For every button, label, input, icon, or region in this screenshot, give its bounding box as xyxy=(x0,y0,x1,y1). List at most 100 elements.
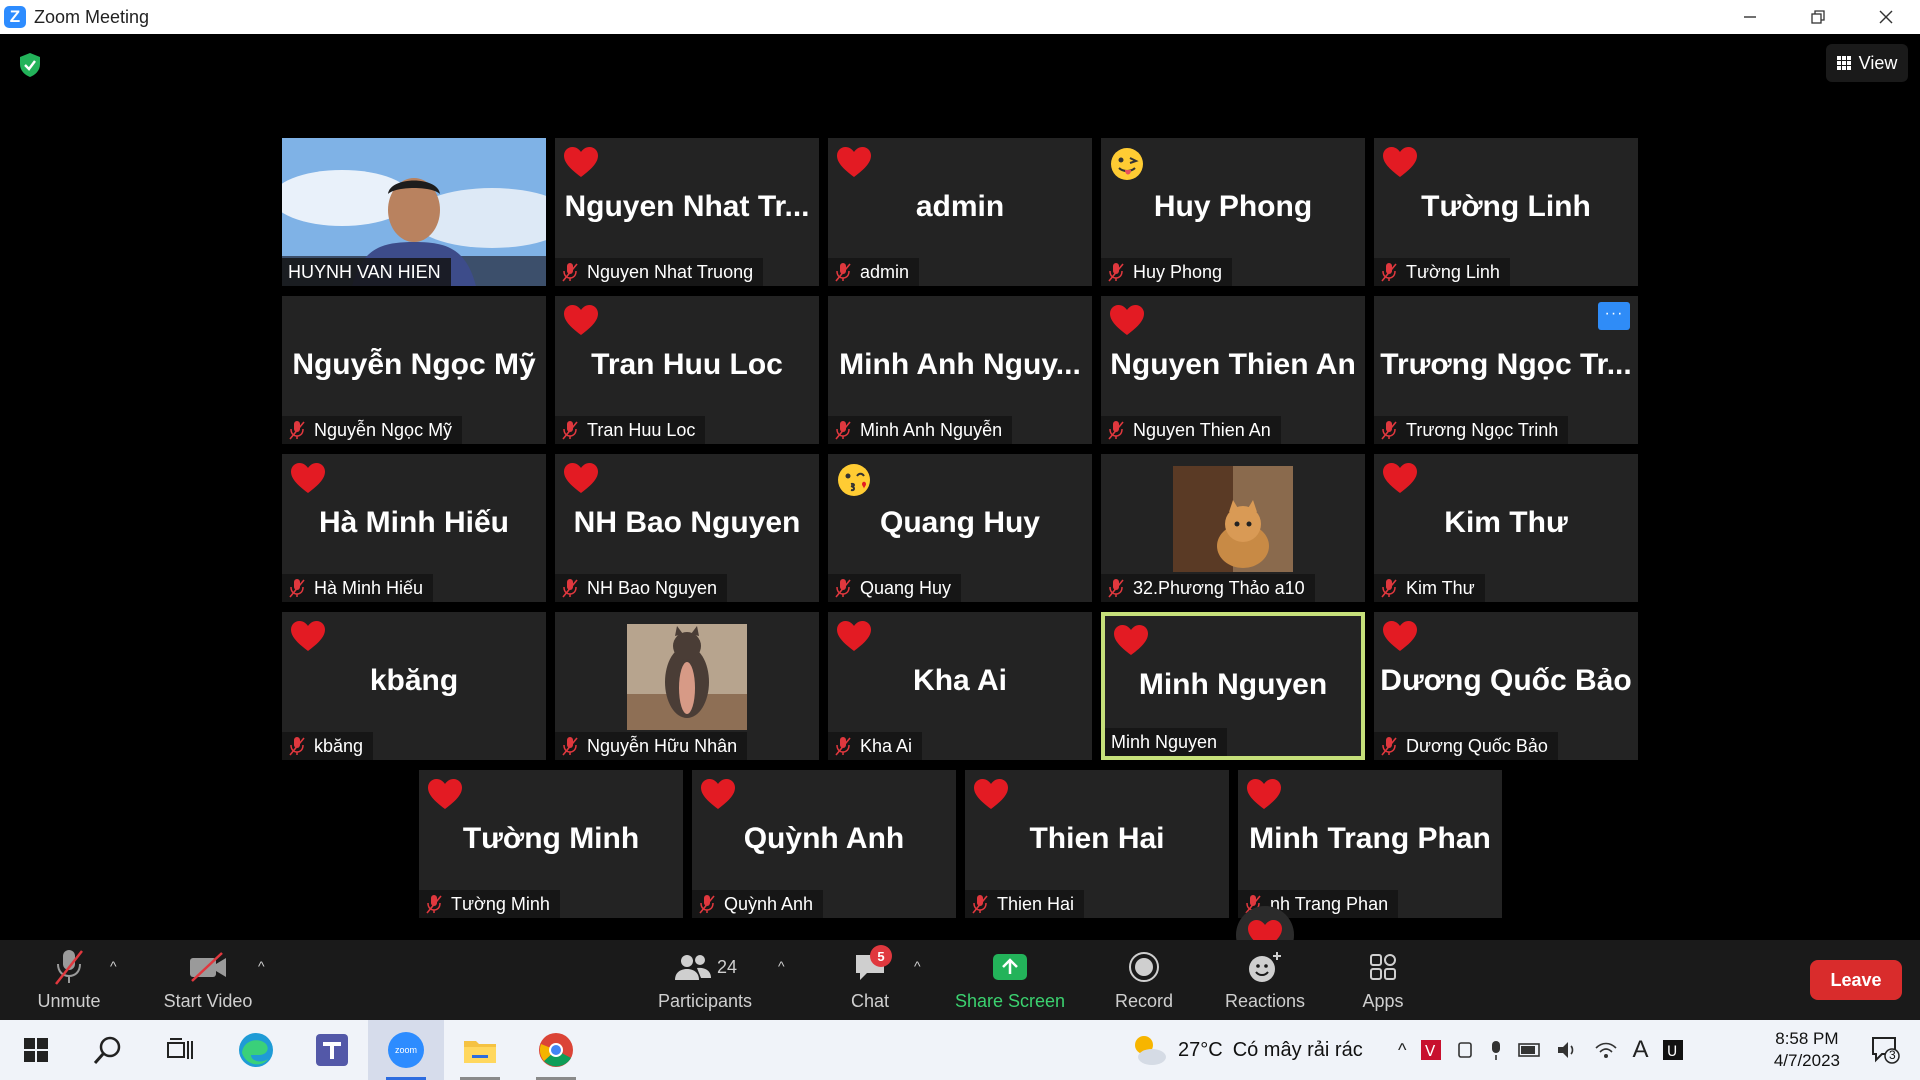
close-button[interactable] xyxy=(1852,0,1920,34)
kiss-emoji-icon xyxy=(836,462,872,496)
participant-name-large: admin xyxy=(915,190,1005,223)
apps-button[interactable]: Apps xyxy=(1350,940,1416,1020)
weather-widget[interactable]: 27°C Có mây rải rác xyxy=(1130,1020,1363,1080)
participant-tile[interactable]: Kim Thư Kim Thư xyxy=(1374,454,1638,602)
participant-name-text: 32.Phương Thảo a10 xyxy=(1133,577,1305,598)
participant-name-label: Nguyễn Hữu Nhân xyxy=(555,732,748,760)
chat-options-caret[interactable]: ^ xyxy=(914,958,921,974)
notifications-button[interactable]: 3 xyxy=(1870,1034,1900,1064)
participant-tile[interactable]: Tường Linh Tường Linh xyxy=(1374,138,1638,286)
participant-name-large: Tường Minh xyxy=(462,822,640,855)
task-view-button[interactable] xyxy=(158,1028,202,1072)
participant-tile[interactable]: Minh Anh Nguy... Minh Anh Nguyễn xyxy=(828,296,1092,444)
video-options-caret[interactable]: ^ xyxy=(258,958,265,974)
participant-name-text: Kim Thư xyxy=(1406,577,1475,598)
participant-name-large: Minh Nguyen xyxy=(1138,668,1328,701)
participant-name-label: Nguyen Nhat Truong xyxy=(555,258,764,286)
participant-tile[interactable]: admin admin xyxy=(828,138,1092,286)
unikey-icon[interactable]: U xyxy=(1662,1039,1684,1061)
minimize-button[interactable] xyxy=(1716,0,1784,34)
participant-name-text: Hà Minh Hiếu xyxy=(314,577,424,598)
clock-time: 8:58 PM xyxy=(1775,1029,1839,1048)
participant-tile[interactable]: Huy Phong Huy Phong xyxy=(1101,138,1365,286)
chat-button[interactable]: 5 Chat xyxy=(840,940,900,1020)
participant-tile[interactable]: Kha Ai Kha Ai xyxy=(828,612,1092,760)
participant-tile[interactable]: Nguyen Thien An Nguyen Thien An xyxy=(1101,296,1365,444)
encryption-shield-icon[interactable] xyxy=(18,52,42,78)
muted-mic-icon xyxy=(1380,420,1398,440)
edge-browser-button[interactable] xyxy=(234,1028,278,1072)
search-button[interactable] xyxy=(86,1028,130,1072)
system-clock[interactable]: 8:58 PM 4/7/2023 xyxy=(1774,1028,1840,1072)
usb-device-icon[interactable] xyxy=(1456,1039,1474,1061)
temperature-text: 27°C xyxy=(1178,1038,1223,1061)
participant-tile[interactable]: 32.Phương Thảo a10 xyxy=(1101,454,1365,602)
reactions-icon xyxy=(1241,947,1289,987)
participant-tile[interactable]: Dương Quốc Bảo Dương Quốc Bảo xyxy=(1374,612,1638,760)
leave-button[interactable]: Leave xyxy=(1810,960,1902,1000)
muted-mic-icon xyxy=(971,894,989,914)
windows-taskbar: zoom 27°C Có mây rải rác ^ V A U 8:58 PM… xyxy=(0,1020,1920,1080)
reactions-label: Reactions xyxy=(1224,991,1306,1011)
muted-mic-icon xyxy=(1380,578,1398,598)
weather-text: Có mây rải rác xyxy=(1232,1038,1363,1061)
participant-tile[interactable]: Hà Minh Hiếu Hà Minh Hiếu xyxy=(282,454,546,602)
restore-button[interactable] xyxy=(1784,0,1852,34)
battery-icon[interactable] xyxy=(1518,1042,1542,1058)
participant-name-label: NH Bao Nguyen xyxy=(555,574,728,602)
wifi-icon[interactable] xyxy=(1594,1040,1618,1060)
input-language-indicator[interactable]: A xyxy=(1632,1036,1648,1064)
participant-tile[interactable]: NH Bao Nguyen NH Bao Nguyen xyxy=(555,454,819,602)
volume-icon[interactable] xyxy=(1556,1040,1580,1060)
reactions-button[interactable]: Reactions xyxy=(1220,940,1310,1020)
show-hidden-icons-icon[interactable]: ^ xyxy=(1398,1040,1406,1061)
participant-tile[interactable]: Nguyen Nhat Tr... Nguyen Nhat Truong xyxy=(555,138,819,286)
participant-tile[interactable]: Quang Huy Quang Huy xyxy=(828,454,1092,602)
participant-tile[interactable]: Minh Nguyen Minh Nguyen xyxy=(1101,612,1365,760)
meeting-toolbar: Unmute ^ Start Video ^ 24 Participants ^… xyxy=(0,940,1920,1020)
participant-tile[interactable]: Thien Hai Thien Hai xyxy=(965,770,1229,918)
chrome-button[interactable] xyxy=(534,1028,578,1072)
heart-icon xyxy=(973,778,1009,812)
microphone-icon[interactable] xyxy=(1488,1039,1504,1061)
participant-name-text: Nguyễn Hữu Nhân xyxy=(587,735,738,756)
apps-label: Apps xyxy=(1362,991,1404,1011)
notification-count: 3 xyxy=(1889,1048,1896,1062)
participant-tile[interactable]: HUYNH VAN HIEN xyxy=(282,138,546,286)
participant-name-text: Huy Phong xyxy=(1133,261,1223,282)
participants-button[interactable]: 24 Participants xyxy=(650,940,760,1020)
participant-name-label: Hà Minh Hiếu xyxy=(282,574,434,602)
antivirus-icon[interactable]: V xyxy=(1420,1039,1442,1061)
participant-tile[interactable]: Nguyễn Hữu Nhân xyxy=(555,612,819,760)
participants-options-caret[interactable]: ^ xyxy=(778,958,785,974)
participant-name-text: admin xyxy=(860,261,910,282)
participant-name-large: Minh Anh Nguy... xyxy=(839,348,1081,381)
record-icon xyxy=(1120,947,1168,987)
file-explorer-button[interactable] xyxy=(458,1028,502,1072)
participant-name-text: Nguyễn Ngọc Mỹ xyxy=(314,419,453,440)
participant-tile[interactable]: Minh Trang Phan nh Trang Phan xyxy=(1238,770,1502,918)
heart-icon xyxy=(1382,146,1418,180)
participant-tile[interactable]: Tran Huu Loc Tran Huu Loc xyxy=(555,296,819,444)
record-label: Record xyxy=(1114,991,1174,1011)
view-button[interactable]: View xyxy=(1826,44,1908,82)
record-button[interactable]: Record xyxy=(1106,940,1182,1020)
participant-tile[interactable]: Quỳnh Anh Quỳnh Anh xyxy=(692,770,956,918)
participant-tile[interactable]: kbăng kbăng xyxy=(282,612,546,760)
heart-icon xyxy=(563,146,599,180)
share-screen-button[interactable]: Share Screen xyxy=(950,940,1070,1020)
participant-tile[interactable]: Trương Ngọc Tr... ··· Trương Ngọc Trinh xyxy=(1374,296,1638,444)
participant-tile[interactable]: Tường Minh Tường Minh xyxy=(419,770,683,918)
edge-icon xyxy=(239,1033,273,1067)
unmute-button[interactable]: Unmute xyxy=(24,940,114,1020)
teams-app-button[interactable] xyxy=(310,1028,354,1072)
grid-icon xyxy=(1836,56,1851,70)
zoom-taskbar-button[interactable]: zoom xyxy=(384,1028,428,1072)
participant-tile[interactable]: Nguyễn Ngọc Mỹ Nguyễn Ngọc Mỹ xyxy=(282,296,546,444)
partly-cloudy-icon xyxy=(1135,1036,1166,1065)
task-view-icon xyxy=(167,1038,193,1059)
audio-options-caret[interactable]: ^ xyxy=(110,958,117,974)
start-video-button[interactable]: Start Video xyxy=(158,940,258,1020)
more-options-button[interactable]: ··· xyxy=(1598,302,1630,330)
windows-start-button[interactable] xyxy=(14,1028,58,1072)
